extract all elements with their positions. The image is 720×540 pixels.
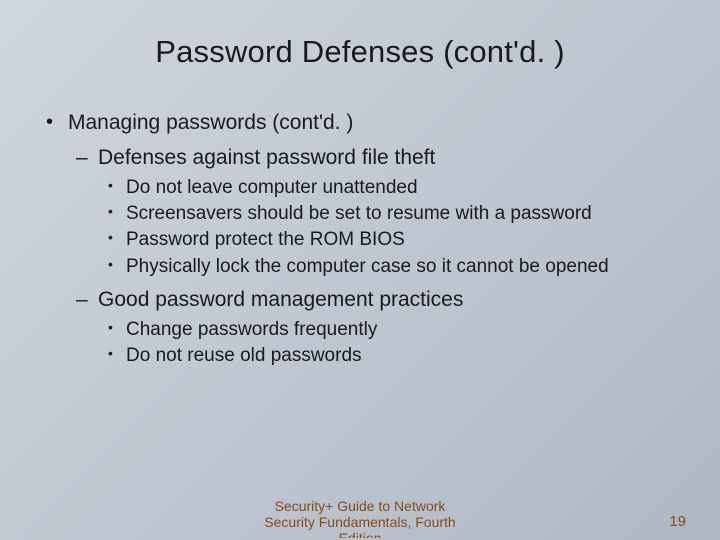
list-item-text: Screensavers should be set to resume wit… xyxy=(126,203,592,224)
list-item: Do not reuse old passwords xyxy=(98,344,680,368)
list-item: Defenses against password file theft Do … xyxy=(68,145,680,279)
list-item-text: Good password management practices xyxy=(98,288,463,311)
list-item: Password protect the ROM BIOS xyxy=(98,228,680,252)
bullet-list-lvl3: Do not leave computer unattended Screens… xyxy=(98,176,680,279)
slide: Password Defenses (cont'd. ) Managing pa… xyxy=(0,0,720,540)
list-item-text: Password protect the ROM BIOS xyxy=(126,229,405,250)
list-item: Physically lock the computer case so it … xyxy=(98,255,680,279)
bullet-list-lvl1: Managing passwords (cont'd. ) Defenses a… xyxy=(40,110,680,369)
list-item: Change passwords frequently xyxy=(98,318,680,342)
footer-line1: Security+ Guide to Network xyxy=(275,498,446,514)
list-item: Do not leave computer unattended xyxy=(98,176,680,200)
page-number: 19 xyxy=(669,513,686,530)
list-item: Good password management practices Chang… xyxy=(68,287,680,369)
bullet-list-lvl3: Change passwords frequently Do not reuse… xyxy=(98,318,680,369)
list-item-text: Change passwords frequently xyxy=(126,319,377,340)
slide-title: Password Defenses (cont'd. ) xyxy=(0,0,720,80)
list-item-text: Defenses against password file theft xyxy=(98,146,435,169)
footer-line3: Edition xyxy=(0,530,720,538)
slide-content: Managing passwords (cont'd. ) Defenses a… xyxy=(0,80,720,369)
list-item-text: Do not leave computer unattended xyxy=(126,177,418,198)
footer-line2: Security Fundamentals, Fourth xyxy=(264,514,455,530)
list-item: Screensavers should be set to resume wit… xyxy=(98,202,680,226)
list-item-text: Managing passwords (cont'd. ) xyxy=(68,111,353,134)
bullet-list-lvl2: Defenses against password file theft Do … xyxy=(68,145,680,369)
list-item-text: Do not reuse old passwords xyxy=(126,345,362,366)
list-item: Managing passwords (cont'd. ) Defenses a… xyxy=(40,110,680,369)
list-item-text: Physically lock the computer case so it … xyxy=(126,256,609,277)
footer-center: Security+ Guide to Network Security Fund… xyxy=(0,498,720,538)
